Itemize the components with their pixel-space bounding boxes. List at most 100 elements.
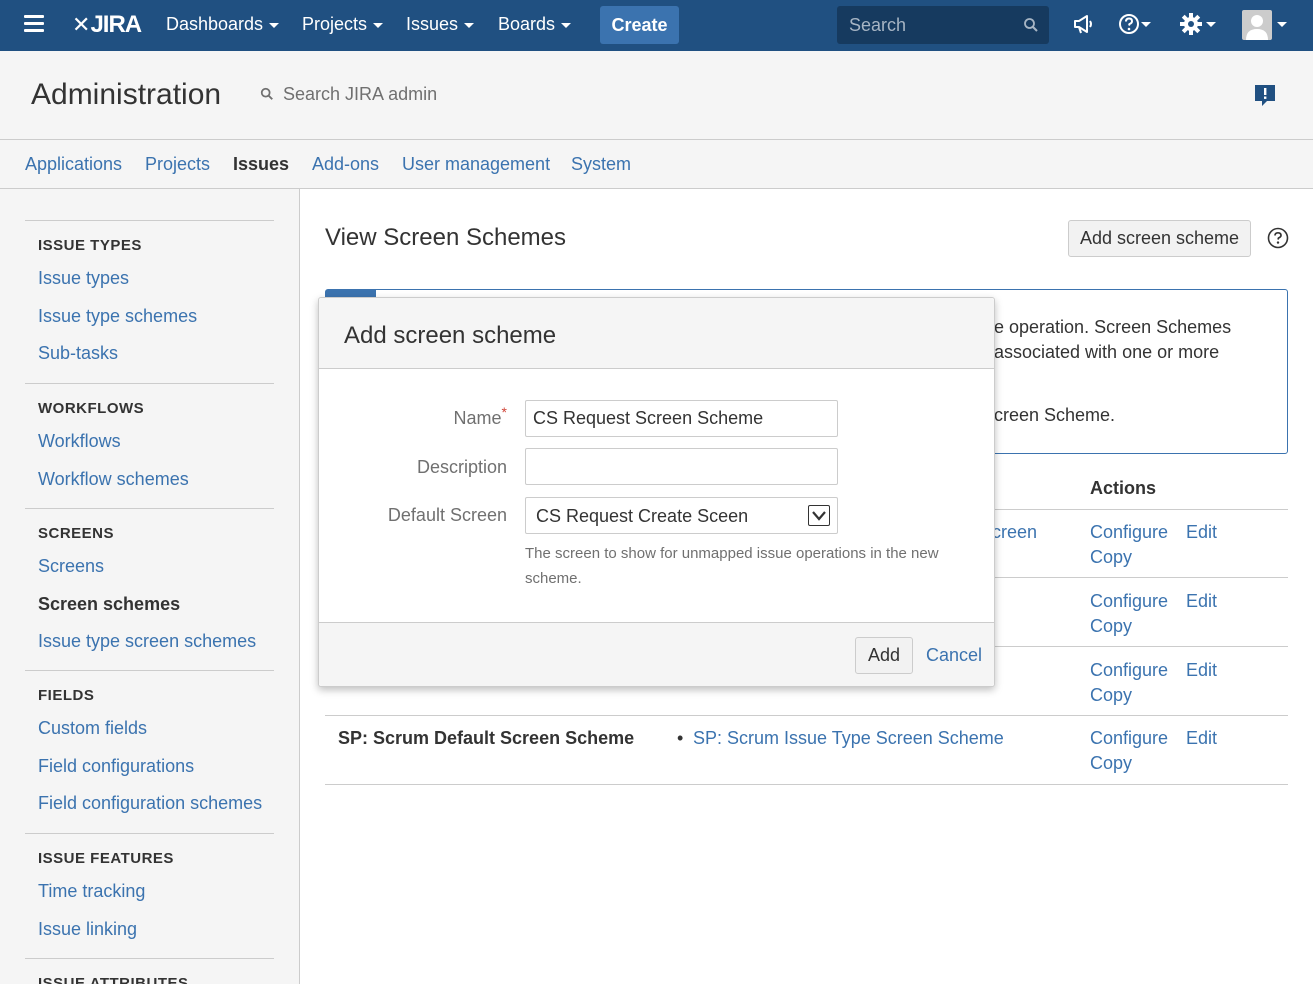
sidebar-section-issue-features: ISSUE FEATURES Time tracking Issue linki… [25,833,274,948]
sidebar-item-custom-fields[interactable]: Custom fields [38,710,274,748]
copy-link[interactable]: Copy [1090,547,1132,568]
nav-issues-label: Issues [406,14,459,34]
add-screen-scheme-dialog: Add screen scheme Name* Description Defa… [318,297,995,687]
nav-dashboards-label: Dashboards [166,14,264,34]
nav-issues[interactable]: Issues [406,14,475,35]
logo-text: JIRA [90,11,142,38]
sidebar-item-issue-linking[interactable]: Issue linking [38,911,274,949]
sidebar-heading: ISSUE ATTRIBUTES [38,975,189,984]
help-icon[interactable] [1267,227,1289,249]
tab-issues[interactable]: Issues [233,154,289,175]
dialog-header: Add screen scheme [319,298,994,369]
admin-sidebar: ISSUE TYPES Issue types Issue type schem… [0,189,300,984]
issue-type-screen-scheme-link[interactable]: SP: Scrum Issue Type Screen Scheme [693,728,1004,749]
default-screen-label: Default Screen [387,505,507,525]
sidebar-item-screen-schemes[interactable]: Screen schemes [38,586,274,624]
create-button[interactable]: Create [600,6,679,44]
jira-logo[interactable]: ✕JIRA [72,11,142,39]
chevron-down-icon[interactable] [1206,22,1216,27]
required-marker: * [501,404,507,420]
scheme-name: SP: Scrum Default Screen Scheme [338,728,635,748]
info-text-line: e operation. Screen Schemes [994,317,1232,337]
sidebar-item-issue-types[interactable]: Issue types [38,260,274,298]
sidebar-item-workflows[interactable]: Workflows [38,423,274,461]
sidebar-item-sub-tasks[interactable]: Sub-tasks [38,335,274,373]
admin-search-input[interactable] [283,84,534,105]
add-screen-scheme-button[interactable]: Add screen scheme [1068,220,1251,257]
gear-icon[interactable] [1179,12,1203,36]
feedback-icon[interactable] [1254,84,1276,108]
page-title: Administration [31,78,222,111]
help-icon[interactable] [1118,12,1140,36]
nav-dashboards[interactable]: Dashboards [166,14,280,35]
configure-link[interactable]: Configure [1090,660,1168,681]
tab-add-ons[interactable]: Add-ons [312,154,379,175]
default-screen-select[interactable]: CS Request Create Sceen [525,497,838,534]
configure-link[interactable]: Configure [1090,591,1168,612]
nav-boards[interactable]: Boards [498,14,572,35]
chevron-down-icon [373,22,384,28]
info-text-line: associated with one or more [994,342,1220,362]
dialog-title: Add screen scheme [344,322,557,349]
tab-system[interactable]: System [571,154,631,175]
chevron-down-icon[interactable] [808,505,830,526]
user-avatar[interactable] [1242,10,1272,40]
sidebar-item-field-configuration-schemes[interactable]: Field configuration schemes [38,785,274,823]
sidebar-heading: WORKFLOWS [38,400,145,417]
quick-search [837,6,1049,44]
sidebar-heading: FIELDS [38,687,95,704]
sidebar-item-time-tracking[interactable]: Time tracking [38,873,274,911]
nav-projects[interactable]: Projects [302,14,384,35]
copy-link[interactable]: Copy [1090,685,1132,706]
admin-header: Administration [0,51,1313,140]
tab-projects[interactable]: Projects [145,154,210,175]
sidebar-item-screens[interactable]: Screens [38,548,274,586]
dialog-footer: Add Cancel [319,622,994,686]
app-switcher-icon[interactable] [24,15,44,35]
sidebar-section-workflows: WORKFLOWS Workflows Workflow schemes [25,383,274,498]
edit-link[interactable]: Edit [1186,522,1217,543]
sidebar-item-issue-type-screen-schemes[interactable]: Issue type screen schemes [38,623,274,661]
tab-user-management[interactable]: User management [402,154,550,175]
sidebar-item-workflow-schemes[interactable]: Workflow schemes [38,461,274,499]
sidebar-section-screens: SCREENS Screens Screen schemes Issue typ… [25,508,274,661]
copy-link[interactable]: Copy [1090,753,1132,774]
configure-link[interactable]: Configure [1090,728,1168,749]
chevron-down-icon [269,22,280,28]
admin-tabs: Applications Projects Issues Add-ons Use… [0,140,1313,189]
edit-link[interactable]: Edit [1186,591,1217,612]
chevron-down-icon [464,22,475,28]
chevron-down-icon[interactable] [1141,22,1151,27]
cancel-link[interactable]: Cancel [926,645,982,666]
sidebar-section-issue-attributes: ISSUE ATTRIBUTES [25,958,274,984]
default-screen-value: CS Request Create Sceen [536,506,749,526]
name-input[interactable] [525,400,838,437]
info-text-line: creen Scheme. [994,405,1116,425]
megaphone-icon[interactable] [1073,12,1095,36]
sidebar-heading: ISSUE TYPES [38,237,142,254]
chevron-down-icon[interactable] [1277,22,1287,27]
tab-applications[interactable]: Applications [25,154,122,175]
add-button[interactable]: Add [855,637,913,674]
content-title: View Screen Schemes [325,224,567,251]
user-icon [1246,15,1268,40]
top-navigation-bar: ✕JIRA Dashboards Projects Issues Boards … [0,0,1313,51]
row-link-fragment[interactable]: creen [992,522,1037,543]
edit-link[interactable]: Edit [1186,660,1217,681]
sidebar-heading: ISSUE FEATURES [38,850,174,867]
copy-link[interactable]: Copy [1090,616,1132,637]
search-icon[interactable] [1023,17,1039,33]
configure-link[interactable]: Configure [1090,522,1168,543]
edit-link[interactable]: Edit [1186,728,1217,749]
actions-column-header: Actions [1090,478,1157,498]
sidebar-item-issue-type-schemes[interactable]: Issue type schemes [38,298,274,336]
quick-search-input[interactable] [837,6,1017,44]
sidebar-section-issue-types: ISSUE TYPES Issue types Issue type schem… [25,220,274,373]
sidebar-section-fields: FIELDS Custom fields Field configuration… [25,670,274,823]
sidebar-heading: SCREENS [38,525,115,542]
search-icon [260,87,273,100]
sidebar-item-field-configurations[interactable]: Field configurations [38,748,274,786]
nav-boards-label: Boards [498,14,556,34]
description-input[interactable] [525,448,838,485]
nav-projects-label: Projects [302,14,368,34]
